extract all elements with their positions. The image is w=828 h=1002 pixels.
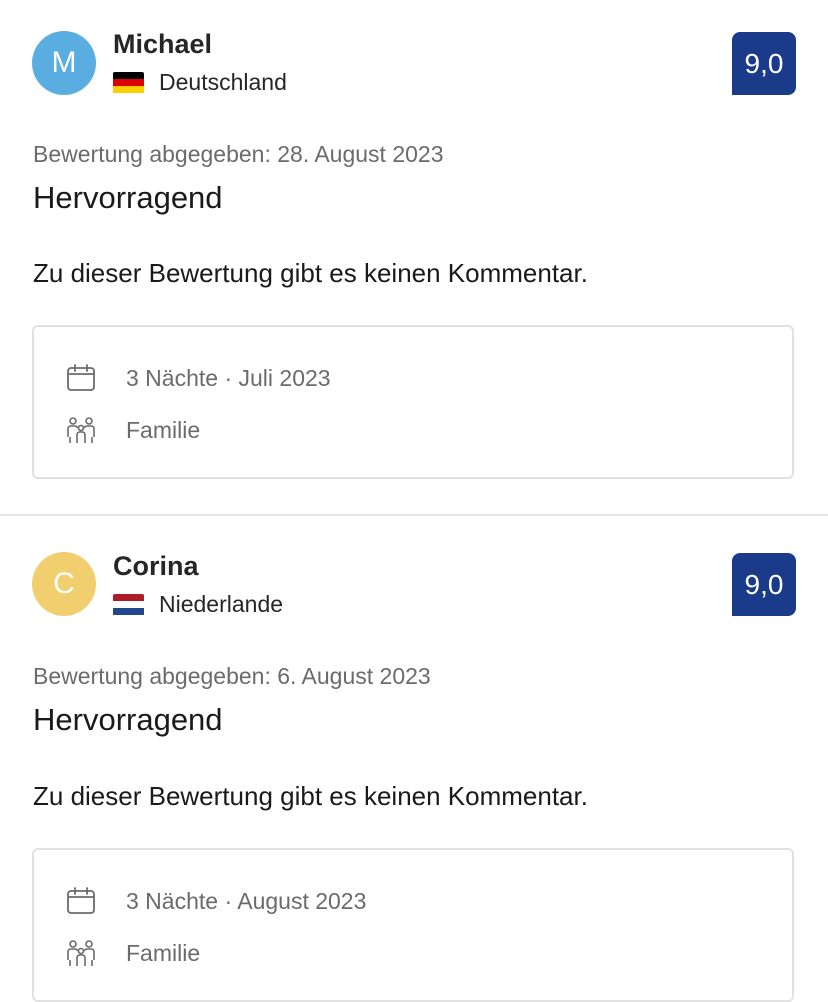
country-label: Deutschland: [159, 69, 287, 95]
calendar-icon: [67, 887, 95, 914]
review-date: Bewertung abgegeben: 6. August 2023: [33, 663, 431, 689]
reviewer-name: Corina: [113, 551, 199, 581]
stay-info-box: 3 Nächte · August 2023 Familie: [32, 848, 794, 1002]
avatar: M: [32, 31, 96, 95]
reviewer-country: Deutschland: [113, 69, 287, 96]
family-icon: [67, 417, 95, 443]
avatar-letter: C: [53, 567, 75, 600]
reviewer-country: Niederlande: [113, 591, 283, 618]
stay-info-box: 3 Nächte · Juli 2023 Familie: [32, 325, 794, 479]
score-badge: 9,0: [732, 32, 796, 95]
review-headline: Hervorragend: [33, 702, 223, 737]
calendar-icon: [67, 364, 95, 391]
traveler-type: Familie: [126, 416, 201, 443]
avatar-letter: M: [51, 46, 77, 79]
traveler-type-row: Familie: [66, 938, 200, 968]
avatar: C: [32, 552, 96, 616]
stay-duration-row: 3 Nächte · Juli 2023: [66, 363, 331, 393]
germany-flag-icon: [113, 71, 144, 94]
review-headline: Hervorragend: [33, 180, 223, 215]
score-badge: 9,0: [732, 553, 796, 616]
stay-duration: 3 Nächte · August 2023: [126, 887, 367, 914]
family-icon: [67, 940, 95, 966]
country-label: Niederlande: [159, 591, 284, 617]
netherlands-flag-icon: [113, 593, 144, 616]
traveler-type-row: Familie: [66, 415, 200, 445]
review-comment: Zu dieser Bewertung gibt es keinen Komme…: [33, 258, 588, 288]
review-card: C Corina Niederlande 9,0 Bewertung abgeg…: [0, 516, 828, 1002]
stay-duration: 3 Nächte · Juli 2023: [126, 364, 331, 391]
review-comment: Zu dieser Bewertung gibt es keinen Komme…: [33, 781, 588, 811]
stay-duration-row: 3 Nächte · August 2023: [66, 886, 366, 916]
review-card: M Michael Deutschland 9,0 Bewertung abge…: [0, 0, 828, 514]
review-date: Bewertung abgegeben: 28. August 2023: [33, 141, 444, 167]
traveler-type: Familie: [126, 939, 201, 966]
reviewer-name: Michael: [113, 29, 213, 59]
